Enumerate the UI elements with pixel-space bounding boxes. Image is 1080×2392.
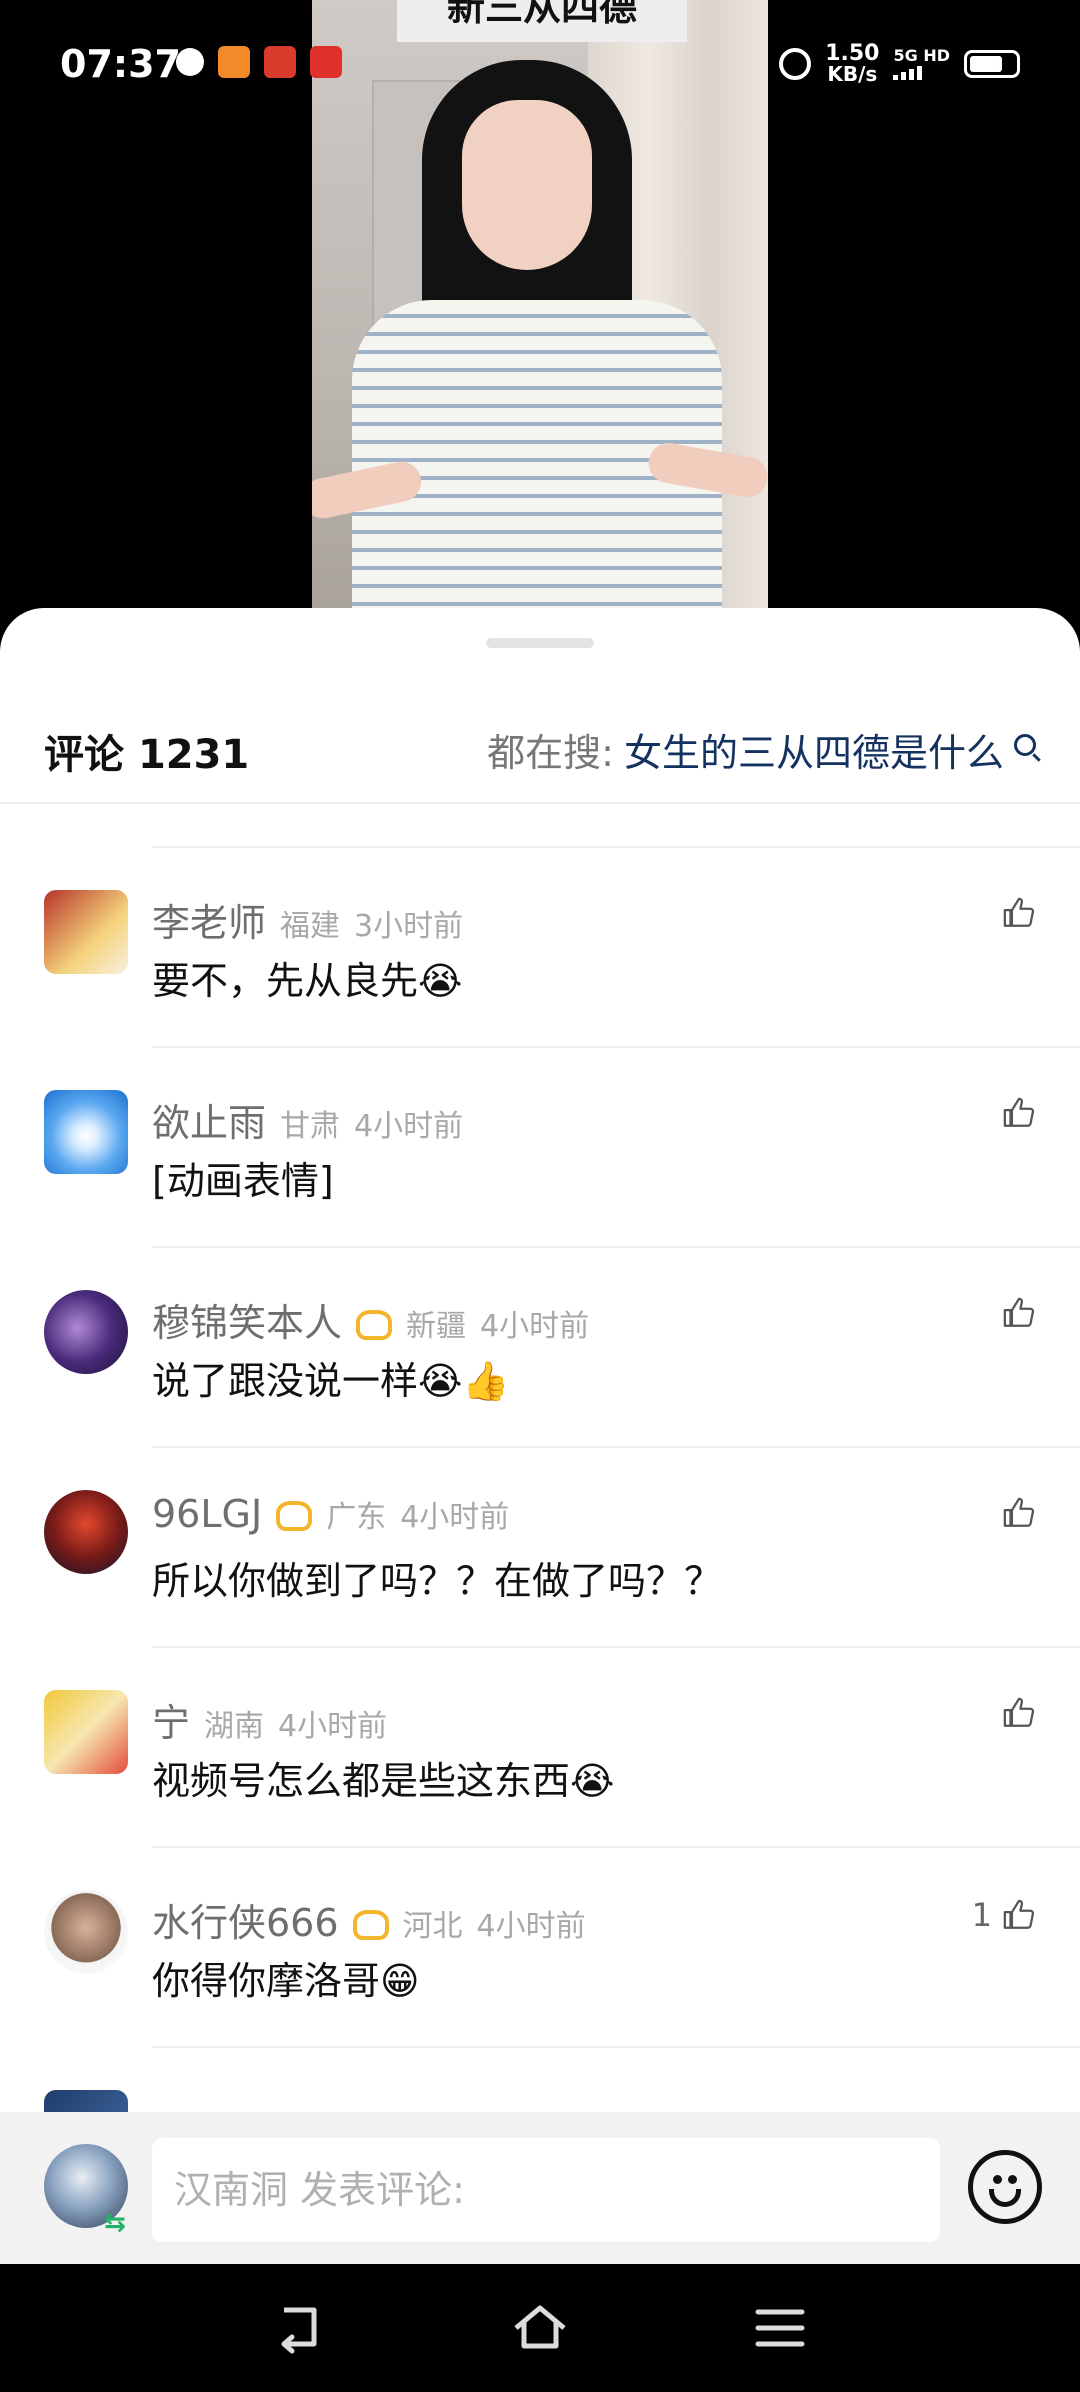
avatar[interactable] — [44, 1890, 128, 1974]
comment-meta: 穆锦笑本人 新疆 4小时前 — [152, 1292, 589, 1347]
comment-input-bar: ⇆ 汉南洞 发表评论: — [0, 2112, 1080, 2264]
comment-text[interactable]: [动画表情] — [152, 1150, 334, 1205]
avatar[interactable] — [44, 1290, 128, 1374]
comment-time: 4小时前 — [400, 1500, 510, 1535]
comment-item: 穆锦笑本人 新疆 4小时前 说了跟没说一样😭👍 — [0, 1246, 1080, 1448]
vip-badge-icon — [352, 1910, 389, 1940]
comment-item: 水行侠666 河北 4小时前 你得你摩洛哥😁 1 — [0, 1846, 1080, 2048]
trending-term[interactable]: 女生的三从四德是什么 — [624, 722, 1004, 777]
comment-meta: 96LGJ 广东 4小时前 — [152, 1492, 509, 1536]
like-button[interactable] — [992, 1696, 1036, 1730]
commenter-name[interactable]: 欲止雨 — [152, 1092, 266, 1147]
comment-item: 李老师 福建 3小时前 要不，先从良先😭 — [0, 846, 1080, 1048]
thumbs-up-icon — [1003, 1497, 1035, 1527]
app-icon — [264, 46, 296, 78]
comments-count-value: 1231 — [137, 732, 250, 778]
comment-text[interactable]: 要不，先从良先😭 — [152, 950, 462, 1005]
app-icon — [310, 46, 342, 78]
comments-header: 评论 1231 都在搜: 女生的三从四德是什么 — [0, 708, 1080, 804]
comment-count: 评论 1231 — [44, 722, 249, 780]
back-icon[interactable] — [270, 2300, 330, 2356]
commenter-name[interactable]: 96LGJ — [152, 1492, 262, 1536]
comment-meta: 欲止雨 甘肃 4小时前 — [152, 1092, 463, 1147]
signal-icon: 5G HD — [893, 48, 950, 80]
thumbs-up-icon — [1003, 1899, 1035, 1929]
comment-location: 福建 — [280, 909, 341, 944]
comment-time: 4小时前 — [354, 1109, 464, 1144]
commenter-name[interactable]: 宁 — [152, 1692, 190, 1747]
comment-text[interactable]: 说了跟没说一样😭👍 — [152, 1350, 510, 1405]
thumbs-up-icon — [1003, 1697, 1035, 1727]
comment-list: 李老师 福建 3小时前 要不，先从良先😭 欲止雨 甘肃 4小时前 [动画表情] — [0, 846, 1080, 2246]
home-icon[interactable] — [510, 2300, 570, 2356]
system-nav-bar — [0, 2264, 1080, 2392]
video-app-icon — [218, 46, 250, 78]
like-button[interactable] — [992, 1096, 1036, 1130]
battery-icon — [964, 50, 1020, 78]
comment-location: 广东 — [326, 1500, 387, 1535]
comment-meta: 水行侠666 河北 4小时前 — [152, 1892, 586, 1947]
status-bar: 07:37 1.50 KB/s 5G HD — [0, 0, 1080, 130]
like-button[interactable] — [992, 896, 1036, 930]
avatar[interactable] — [44, 1490, 128, 1574]
thumbs-up-icon — [1003, 1097, 1035, 1127]
comment-meta: 李老师 福建 3小时前 — [152, 892, 463, 947]
commenter-name[interactable]: 水行侠666 — [152, 1892, 339, 1947]
net-speed-unit: KB/s — [827, 62, 878, 86]
net-speed-value: 1.50 — [825, 41, 880, 66]
comment-item: 96LGJ 广东 4小时前 所以你做到了吗？？在做了吗？？ — [0, 1446, 1080, 1648]
comment-location: 新疆 — [406, 1309, 467, 1344]
notification-icons — [176, 46, 342, 78]
vip-badge-icon — [276, 1501, 313, 1531]
avatar[interactable] — [44, 1090, 128, 1174]
system-icons: 1.50 KB/s 5G HD — [779, 41, 1020, 86]
comment-location: 甘肃 — [280, 1109, 341, 1144]
comment-item: 宁 湖南 4小时前 视频号怎么都是些这东西😭 — [0, 1646, 1080, 1848]
comment-location: 河北 — [402, 1909, 463, 1944]
avatar[interactable] — [44, 890, 128, 974]
commenter-name[interactable]: 穆锦笑本人 — [152, 1292, 342, 1347]
comment-time: 4小时前 — [476, 1909, 586, 1944]
signal-label: 5G HD — [893, 46, 950, 65]
comment-text[interactable]: 所以你做到了吗？？在做了吗？？ — [152, 1550, 722, 1605]
commenter-name[interactable]: 李老师 — [152, 892, 266, 947]
like-button[interactable]: 1 — [972, 1896, 1036, 1934]
alarm-icon — [779, 48, 812, 80]
avatar[interactable] — [44, 1690, 128, 1774]
thumbs-up-icon — [1003, 897, 1035, 927]
like-button[interactable] — [992, 1496, 1036, 1530]
comment-location: 湖南 — [204, 1709, 265, 1744]
like-count: 1 — [971, 1896, 992, 1934]
emoji-button[interactable] — [968, 2150, 1042, 2224]
trending-prefix: 都在搜: — [487, 731, 614, 775]
comment-time: 3小时前 — [354, 909, 464, 944]
drag-handle[interactable] — [486, 638, 594, 648]
comment-item: 欲止雨 甘肃 4小时前 [动画表情] — [0, 1046, 1080, 1248]
thumbs-up-icon — [1003, 1297, 1035, 1327]
globe-icon — [176, 48, 204, 76]
switch-account-icon[interactable]: ⇆ — [104, 2208, 126, 2238]
comment-meta: 宁 湖南 4小时前 — [152, 1692, 387, 1747]
clock: 07:37 — [60, 42, 181, 86]
comment-input[interactable]: 汉南洞 发表评论: — [152, 2138, 940, 2242]
vip-badge-icon — [356, 1310, 393, 1340]
menu-icon[interactable] — [750, 2300, 810, 2356]
comment-time: 4小时前 — [278, 1709, 388, 1744]
comment-sheet: 评论 1231 都在搜: 女生的三从四德是什么 李老师 福建 3小时前 要不，先… — [0, 608, 1080, 2264]
like-button[interactable] — [992, 1296, 1036, 1330]
search-icon — [1014, 733, 1036, 756]
comments-label: 评论 — [44, 732, 124, 778]
trending-search[interactable]: 都在搜: 女生的三从四德是什么 — [487, 722, 1036, 777]
comment-time: 4小时前 — [480, 1309, 590, 1344]
comment-text[interactable]: 你得你摩洛哥😁 — [152, 1950, 420, 2005]
comment-text[interactable]: 视频号怎么都是些这东西😭 — [152, 1750, 614, 1805]
network-speed: 1.50 KB/s — [825, 41, 880, 86]
